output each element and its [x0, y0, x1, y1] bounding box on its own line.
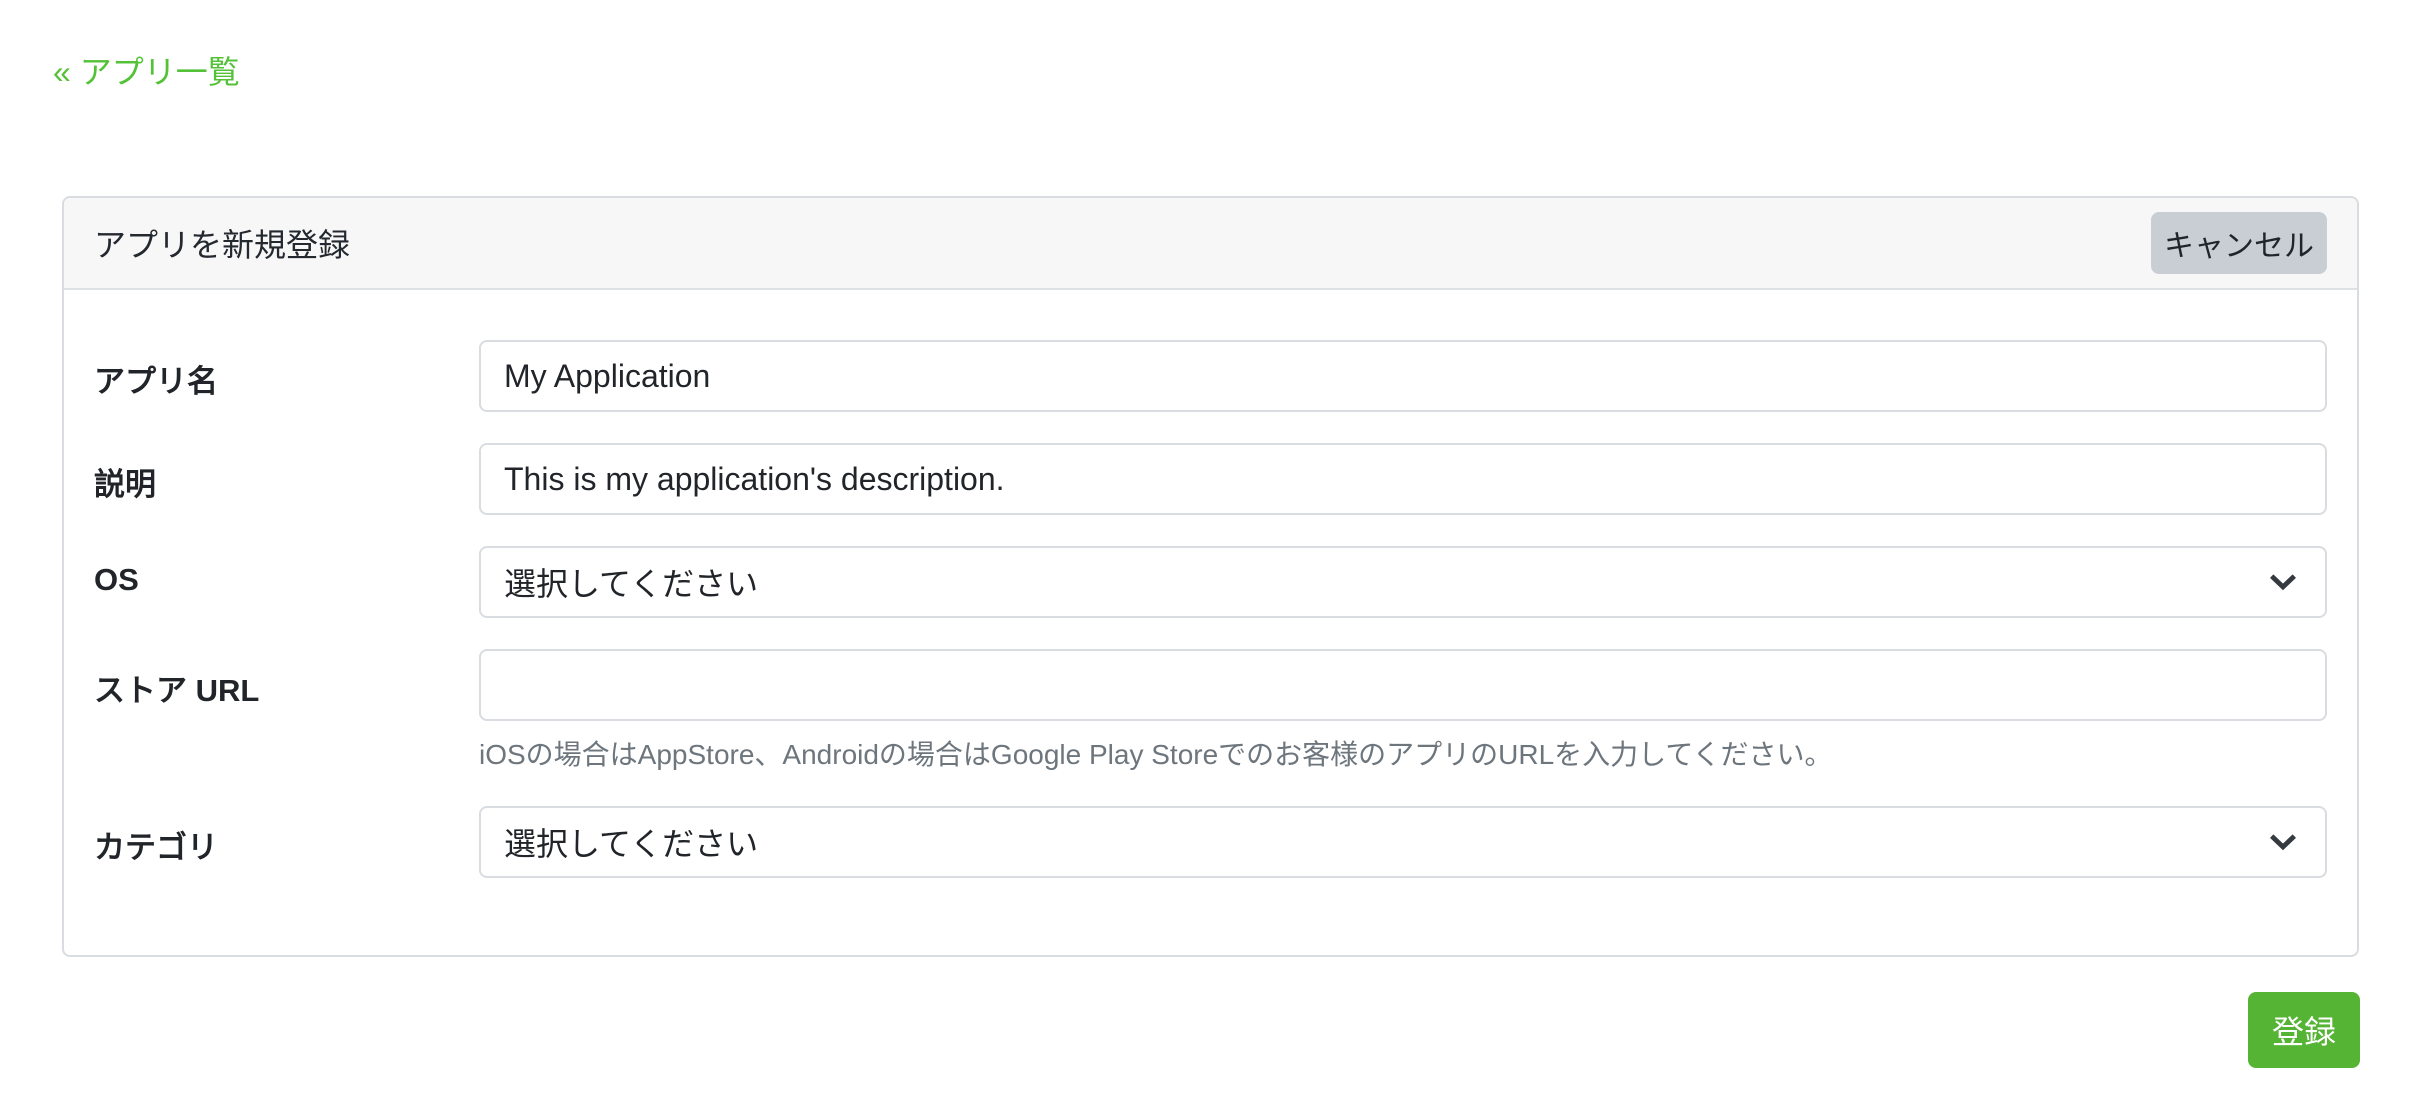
form-row-store-url: ストア URL iOSの場合はAppStore、Androidの場合はGoogl… [94, 649, 2327, 775]
category-select-value: 選択してください [504, 819, 758, 865]
category-label: カテゴリ [94, 806, 479, 867]
chevron-down-icon [2269, 833, 2297, 851]
form-row-description: 説明 [94, 443, 2327, 515]
store-url-label: ストア URL [94, 649, 479, 710]
os-select[interactable]: 選択してください [479, 546, 2327, 618]
description-input[interactable] [479, 443, 2327, 515]
page: « アプリ一覧 アプリを新規登録 キャンセル アプリ名 説明 OS [0, 0, 2416, 1106]
new-app-panel: アプリを新規登録 キャンセル アプリ名 説明 OS 選択してく [62, 196, 2359, 957]
panel-title: アプリを新規登録 [94, 220, 350, 266]
app-name-input[interactable] [479, 340, 2327, 412]
back-to-app-list-link[interactable]: « アプリ一覧 [53, 52, 240, 92]
cancel-button[interactable]: キャンセル [2151, 212, 2327, 274]
form-row-category: カテゴリ 選択してください [94, 806, 2327, 878]
chevron-down-icon [2269, 573, 2297, 591]
app-name-label: アプリ名 [94, 340, 479, 401]
panel-header: アプリを新規登録 キャンセル [64, 198, 2357, 290]
new-app-form: アプリ名 説明 OS 選択してください [64, 290, 2357, 878]
store-url-help-text: iOSの場合はAppStore、Androidの場合はGoogle Play S… [479, 735, 2327, 775]
form-row-app-name: アプリ名 [94, 340, 2327, 412]
category-select[interactable]: 選択してください [479, 806, 2327, 878]
description-label: 説明 [94, 443, 479, 504]
register-button[interactable]: 登録 [2248, 992, 2360, 1068]
os-label: OS [94, 546, 479, 598]
store-url-input[interactable] [479, 649, 2327, 721]
os-select-value: 選択してください [504, 559, 758, 605]
form-row-os: OS 選択してください [94, 546, 2327, 618]
